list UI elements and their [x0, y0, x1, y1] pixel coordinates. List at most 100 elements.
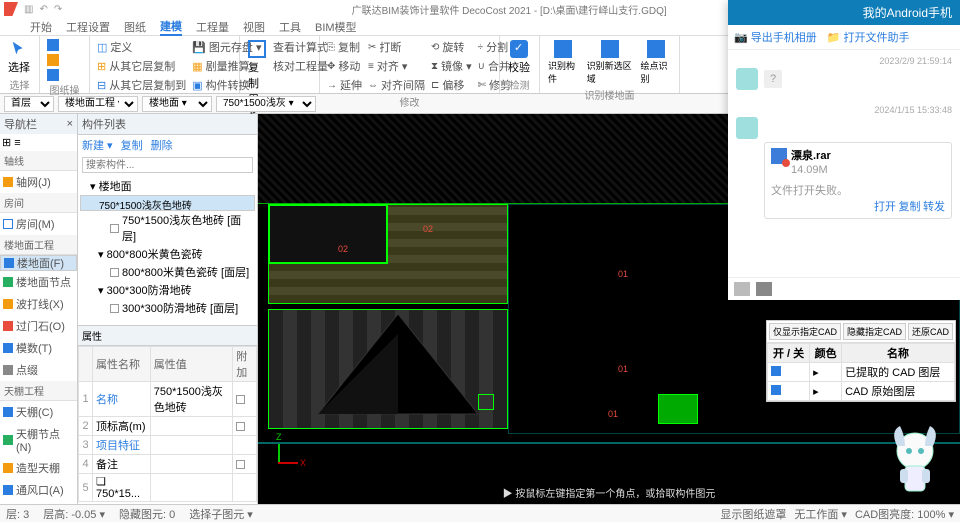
- nav-room[interactable]: 房间(M): [0, 213, 77, 235]
- export-album-button[interactable]: 📷 导出手机相册: [734, 29, 817, 45]
- ident-elem-button[interactable]: 识别构件: [546, 38, 581, 87]
- tab-model[interactable]: 建模: [160, 18, 182, 36]
- nav-ceiling-node[interactable]: 天棚节点(N): [0, 423, 77, 457]
- cad-tab-show[interactable]: 仅显示指定CAD: [769, 323, 841, 340]
- move-button[interactable]: ✥ 移动: [326, 57, 363, 75]
- tab-view[interactable]: 视图: [243, 19, 265, 35]
- nav-dot[interactable]: 点缀: [0, 359, 77, 381]
- file-open-button[interactable]: 打开: [874, 201, 896, 213]
- nav-floor-node[interactable]: 楼地面节点: [0, 271, 77, 293]
- cat-select[interactable]: 楼地面工程 ▾: [58, 96, 138, 112]
- checkbox-icon[interactable]: [110, 224, 119, 233]
- folder-icon[interactable]: [756, 282, 772, 296]
- mirror-button[interactable]: ⧗ 镜像 ▾: [430, 57, 473, 75]
- delete-button[interactable]: 删除: [151, 137, 173, 153]
- nav-axis[interactable]: 轴网(J): [0, 171, 77, 193]
- tree-leaf[interactable]: 750*1500浅灰色地砖 [面层]: [80, 211, 255, 245]
- sb-alt[interactable]: 层高: -0.05 ▾: [43, 506, 105, 522]
- copy-from-button[interactable]: ⊞从其它层复制: [96, 57, 187, 75]
- floor-select[interactable]: 首层: [4, 96, 54, 112]
- tree-group[interactable]: ▾ 楼地面: [80, 177, 255, 195]
- checkbox-icon[interactable]: [110, 268, 119, 277]
- grid-icon[interactable]: ⊞: [2, 137, 11, 149]
- image-icon[interactable]: [734, 282, 750, 296]
- canvas-hint: ▶ 按鼠标左键指定第一个角点，或拾取构件图元: [495, 483, 724, 502]
- checkbox-on-icon: [771, 366, 781, 376]
- prop-row[interactable]: 2顶标高(m): [79, 417, 257, 436]
- tree-item[interactable]: ▾ 800*800米黄色瓷砖: [80, 245, 255, 263]
- tab-tools[interactable]: 工具: [279, 19, 301, 35]
- check-button[interactable]: ✓校验: [506, 38, 532, 77]
- nav-light[interactable]: 灯(L): [0, 501, 77, 504]
- qat-icon[interactable]: ↷: [54, 4, 62, 15]
- member-search[interactable]: [82, 157, 253, 173]
- phone-panel: 我的Android手机 📷 导出手机相册 📁 打开文件助手 2023/2/9 2…: [728, 0, 960, 300]
- spec-select[interactable]: 750*1500浅灰 ▾: [216, 96, 316, 112]
- unknown-msg: ?: [764, 70, 782, 88]
- member-panel: 构件列表 新建 ▾ 复制 删除 ▾ 楼地面 750*1500浅灰色地砖 750*…: [78, 114, 258, 504]
- define-button[interactable]: ◫定义: [96, 38, 187, 56]
- qat-icon[interactable]: ▥: [24, 4, 33, 15]
- tree-leaf[interactable]: 800*800米黄色瓷砖 [面层]: [80, 263, 255, 281]
- align-button[interactable]: ≡ 对齐 ▾: [367, 57, 426, 75]
- sb-snap[interactable]: 选择子图元 ▾: [189, 506, 253, 522]
- list-icon[interactable]: ≡: [14, 137, 20, 149]
- ident-point-button[interactable]: 绘点识别: [638, 38, 673, 87]
- cad-tab-restore[interactable]: 还原CAD: [908, 323, 953, 340]
- rb-icon[interactable]: [46, 53, 60, 67]
- prop-row[interactable]: 1名称750*1500浅灰色地砖: [79, 382, 257, 417]
- nav-module[interactable]: 模数(T): [0, 337, 77, 359]
- tab-project[interactable]: 工程设置: [66, 19, 110, 35]
- offset-button[interactable]: ⊏ 偏移: [430, 76, 473, 94]
- nav-panel: 导航栏× ⊞ ≡ 轴线 轴网(J) 房间 房间(M) 楼地面工程 楼地面(F) …: [0, 114, 78, 504]
- cad-tab-hide[interactable]: 隐藏指定CAD: [843, 323, 906, 340]
- qat-icon[interactable]: ↶: [39, 4, 47, 15]
- ident-area-button[interactable]: 识别新选区域: [585, 38, 635, 87]
- tab-drawing[interactable]: 图纸: [124, 19, 146, 35]
- prop-row[interactable]: 5❏ 750*15...: [79, 474, 257, 502]
- member-tree: ▾ 楼地面 750*1500浅灰色地砖 750*1500浅灰色地砖 [面层] ▾…: [78, 175, 257, 325]
- tab-bim[interactable]: BIM模型: [315, 19, 357, 35]
- nav-floor[interactable]: 楼地面(F): [0, 255, 77, 271]
- cad-row[interactable]: ▸已提取的 CAD 图层: [768, 363, 955, 382]
- cad-row[interactable]: ▸CAD 原始图层: [768, 382, 955, 401]
- open-file-helper-button[interactable]: 📁 打开文件助手: [827, 29, 910, 45]
- copy-to-button[interactable]: ⊟从其它层复制到: [96, 76, 187, 94]
- tab-start[interactable]: 开始: [30, 19, 52, 35]
- select-button[interactable]: 选择: [6, 38, 32, 77]
- checkbox-icon[interactable]: [110, 304, 119, 313]
- sb-hide: 隐藏图元: 0: [119, 506, 175, 522]
- file-card[interactable]: 漂泉.rar 14.09M 文件打开失败。 打开 复制 转发: [764, 142, 952, 219]
- tree-leaf[interactable]: 300*300防滑地砖 [面层]: [80, 299, 255, 317]
- sb-cad[interactable]: CAD图亮度: 100% ▾: [855, 506, 954, 522]
- sb-nowork[interactable]: 无工作面 ▾: [794, 506, 847, 522]
- nav-vent[interactable]: 通风口(A): [0, 479, 77, 501]
- copy-button[interactable]: 复制: [121, 137, 143, 153]
- sb-disp[interactable]: 显示图纸遮罩: [720, 506, 786, 522]
- rb-icon[interactable]: [46, 68, 60, 82]
- file-forward-button[interactable]: 转发: [923, 201, 945, 213]
- nav-shape-ceiling[interactable]: 造型天棚: [0, 457, 77, 479]
- close-icon[interactable]: ×: [67, 118, 73, 130]
- phone-title: 我的Android手机: [728, 0, 960, 25]
- tab-qty[interactable]: 工程量: [196, 19, 229, 35]
- gap-button[interactable]: ⇔ 对齐间隔: [367, 76, 426, 94]
- rb-icon[interactable]: [46, 38, 60, 52]
- new-button[interactable]: 新建 ▾: [82, 137, 113, 153]
- file-copy-button[interactable]: 复制: [898, 201, 920, 213]
- tree-item[interactable]: ▾ 300*300防滑地砖: [80, 281, 255, 299]
- rotate-button[interactable]: ⟲ 旋转: [430, 38, 473, 56]
- tree-item[interactable]: 750*1500浅灰色地砖: [80, 195, 255, 211]
- prop-row[interactable]: 3项目特征: [79, 436, 257, 455]
- mascot-avatar[interactable]: [880, 421, 950, 501]
- nav-ceiling[interactable]: 天棚(C): [0, 401, 77, 423]
- property-table: 属性名称属性值附加 1名称750*1500浅灰色地砖 2顶标高(m) 3项目特征…: [78, 346, 257, 502]
- nav-threshold[interactable]: 过门石(O): [0, 315, 77, 337]
- extend-button[interactable]: → 延伸: [326, 76, 363, 94]
- copy-button[interactable]: ⎘ 复制: [326, 38, 363, 56]
- prop-row[interactable]: 4备注: [79, 455, 257, 474]
- break-button[interactable]: ✂ 打断: [367, 38, 426, 56]
- sub-select[interactable]: 楼地面 ▾: [142, 96, 212, 112]
- avatar: [736, 68, 758, 90]
- nav-wave[interactable]: 波打线(X): [0, 293, 77, 315]
